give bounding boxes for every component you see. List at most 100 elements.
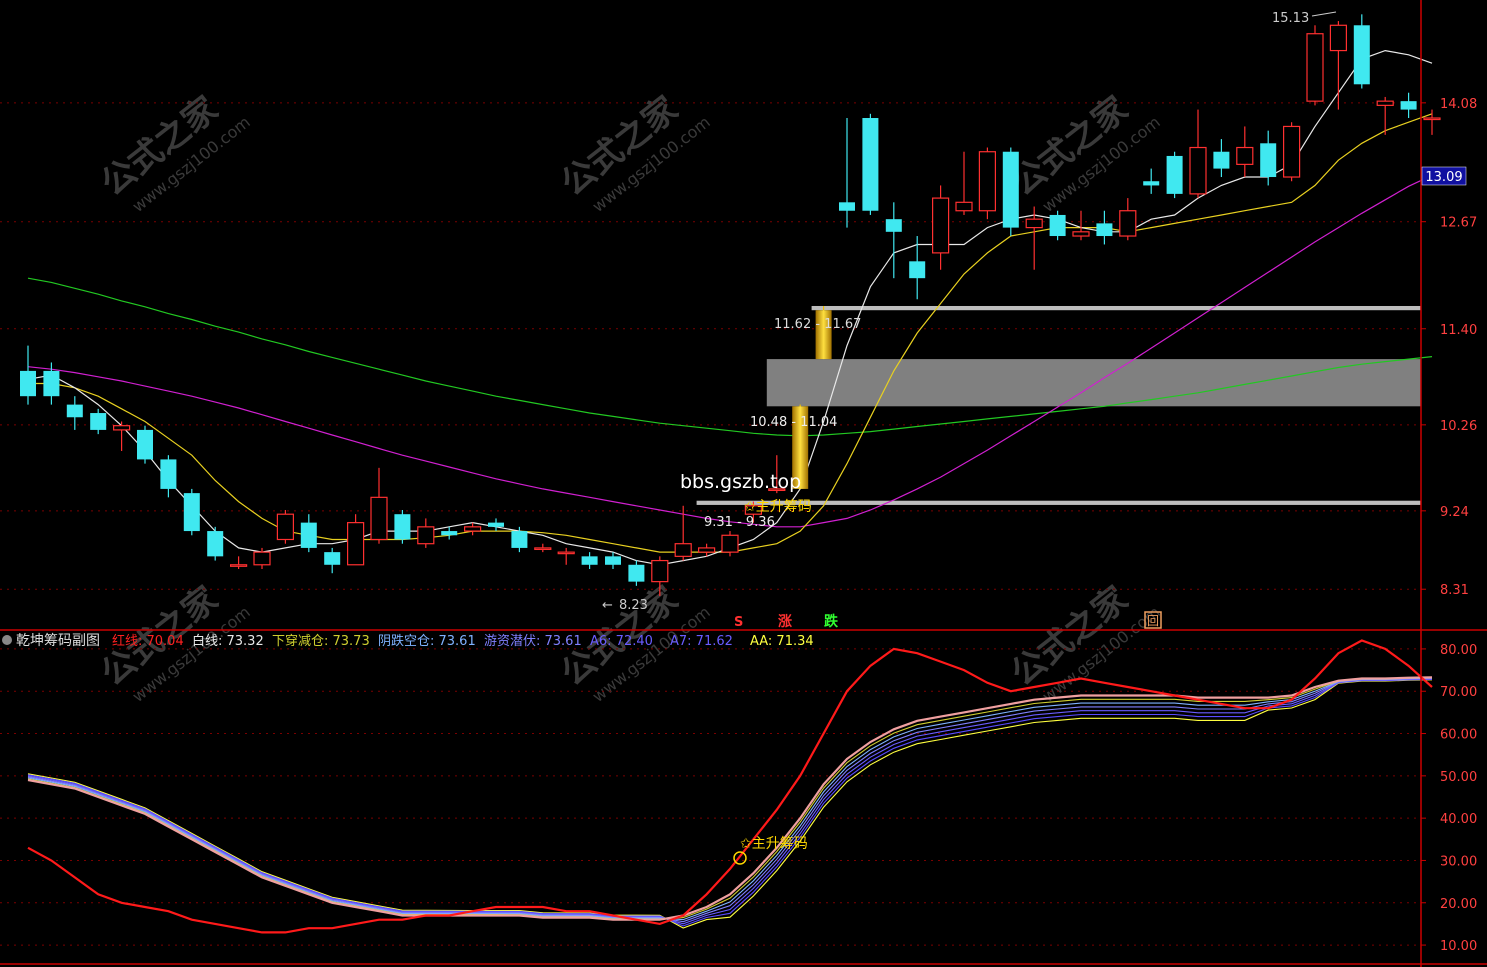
candle[interactable] bbox=[909, 236, 926, 300]
candle[interactable] bbox=[628, 560, 645, 586]
candle[interactable] bbox=[1119, 198, 1137, 241]
candle[interactable] bbox=[20, 345, 36, 405]
indicator-tick: 40.00 bbox=[1440, 812, 1477, 827]
low-label: 8.23 bbox=[619, 598, 648, 613]
indicator-tick: 60.00 bbox=[1440, 728, 1477, 743]
candle[interactable] bbox=[581, 552, 598, 569]
indicator-bundle-line bbox=[27, 676, 1433, 921]
candle[interactable] bbox=[160, 455, 177, 498]
legend-item: 游资潜伏: 73.61 bbox=[484, 634, 582, 649]
candle[interactable] bbox=[1049, 210, 1066, 241]
indicator-tick: 20.00 bbox=[1440, 897, 1477, 912]
legend-item: 阴跌空仓: 73.61 bbox=[378, 633, 476, 649]
candles[interactable] bbox=[20, 14, 1441, 596]
sub-title: 乾坤筹码副图 bbox=[16, 632, 100, 649]
candle[interactable] bbox=[464, 522, 482, 536]
candle[interactable] bbox=[1143, 168, 1160, 194]
stock-chart: 公式之家www.gszj100.com 公式之家www.gszj100.com 公式… bbox=[0, 0, 1487, 967]
candle[interactable] bbox=[839, 118, 855, 228]
indicator-bundle-line bbox=[27, 677, 1433, 921]
legend-item: A6: 72.40 bbox=[590, 634, 653, 649]
candle[interactable] bbox=[1423, 109, 1441, 135]
indicator-bundle-line bbox=[27, 678, 1433, 927]
price-zone bbox=[766, 359, 1421, 407]
low-label-arrow: ← bbox=[602, 598, 613, 613]
badge-up: 涨 bbox=[778, 614, 792, 630]
candle[interactable] bbox=[230, 556, 248, 569]
candle[interactable] bbox=[488, 518, 504, 532]
candle[interactable] bbox=[137, 425, 153, 464]
candle[interactable] bbox=[1306, 25, 1324, 106]
watermark: 公式之家www.gszj100.com bbox=[1004, 89, 1164, 216]
candle[interactable] bbox=[534, 543, 552, 553]
indicator-tick: 70.00 bbox=[1440, 685, 1477, 700]
indicator-bundle-line bbox=[27, 678, 1433, 925]
legend-item: 红线: 70.04 bbox=[112, 633, 184, 649]
high-label: 15.13 bbox=[1272, 11, 1309, 26]
candle[interactable] bbox=[862, 113, 879, 215]
candle[interactable] bbox=[207, 526, 224, 561]
candle[interactable] bbox=[347, 514, 365, 566]
candle[interactable] bbox=[370, 467, 388, 544]
site-text: bbs.gszb.top bbox=[680, 471, 801, 493]
candle[interactable] bbox=[815, 305, 832, 360]
watermark: 公式之家www.gszj100.com bbox=[1004, 579, 1164, 706]
indicator-legend: 红线: 70.04 白线: 73.32 下穿减仓: 73.73 阴跌空仓: 73.61… bbox=[112, 633, 814, 649]
indicator-axis: 80.00 70.00 60.00 50.00 40.00 30.00 20.00 10.00 bbox=[1421, 643, 1477, 954]
candle[interactable] bbox=[1002, 147, 1019, 237]
price-tick: 9.24 bbox=[1440, 505, 1469, 520]
candle[interactable] bbox=[112, 421, 131, 451]
indicator-bundle-line bbox=[27, 677, 1433, 920]
price-tick: 11.40 bbox=[1440, 323, 1477, 338]
legend-item: AA: 71.34 bbox=[750, 634, 814, 649]
candle[interactable] bbox=[276, 509, 294, 544]
candle[interactable] bbox=[674, 505, 692, 561]
current-price: 13.09 bbox=[1425, 170, 1462, 185]
indicator-tick: 30.00 bbox=[1440, 854, 1477, 869]
zone-mid-label: 10.48 - 11.04 bbox=[750, 415, 837, 430]
price-tick: 10.26 bbox=[1440, 419, 1477, 434]
candle[interactable] bbox=[1096, 210, 1113, 245]
price-tick: 12.67 bbox=[1440, 216, 1477, 231]
indicator-tick: 50.00 bbox=[1440, 770, 1477, 785]
candle[interactable] bbox=[955, 151, 973, 215]
indicator-tick: 10.00 bbox=[1440, 939, 1477, 954]
candle[interactable] bbox=[1166, 151, 1183, 199]
candle[interactable] bbox=[1213, 139, 1230, 178]
candle[interactable] bbox=[394, 509, 411, 544]
candle[interactable] bbox=[441, 526, 458, 540]
candle[interactable] bbox=[1400, 92, 1417, 119]
zone-top-label: 11.62 - 11.67 bbox=[774, 317, 861, 332]
candle[interactable] bbox=[931, 185, 950, 270]
candle[interactable] bbox=[1329, 21, 1348, 110]
ma-green-line bbox=[27, 277, 1433, 437]
indicator-lines bbox=[27, 639, 1433, 934]
price-zone bbox=[811, 305, 1421, 311]
indicator-bundle-line bbox=[27, 677, 1433, 923]
sub-grid bbox=[0, 648, 1421, 946]
indicator-tick: 80.00 bbox=[1440, 643, 1477, 658]
candle[interactable] bbox=[1282, 122, 1301, 182]
candle[interactable] bbox=[324, 547, 341, 574]
candle[interactable] bbox=[1353, 14, 1370, 89]
badge-down: 跌 bbox=[824, 614, 839, 630]
indicator-white-line bbox=[27, 676, 1433, 921]
candle[interactable] bbox=[300, 514, 317, 553]
watermark: 公式之家www.gszj100.com bbox=[554, 89, 714, 216]
candle[interactable] bbox=[1189, 109, 1207, 199]
legend-item: 下穿减仓: 73.73 bbox=[272, 633, 370, 649]
badge-back: 回 bbox=[1147, 614, 1159, 628]
candle[interactable] bbox=[721, 531, 739, 557]
candle[interactable] bbox=[1236, 126, 1254, 178]
candle[interactable] bbox=[557, 547, 575, 565]
legend-item: 白线: 73.32 bbox=[192, 633, 264, 649]
candle[interactable] bbox=[978, 147, 997, 220]
candle[interactable] bbox=[885, 202, 902, 279]
high-pointer bbox=[1311, 11, 1337, 17]
candle[interactable] bbox=[183, 488, 200, 536]
candle[interactable] bbox=[90, 408, 107, 435]
panel-menu-icon[interactable] bbox=[2, 635, 12, 645]
candle[interactable] bbox=[417, 518, 435, 548]
watermark: 公式之家www.gszj100.com bbox=[94, 89, 254, 216]
candle[interactable] bbox=[66, 396, 83, 430]
